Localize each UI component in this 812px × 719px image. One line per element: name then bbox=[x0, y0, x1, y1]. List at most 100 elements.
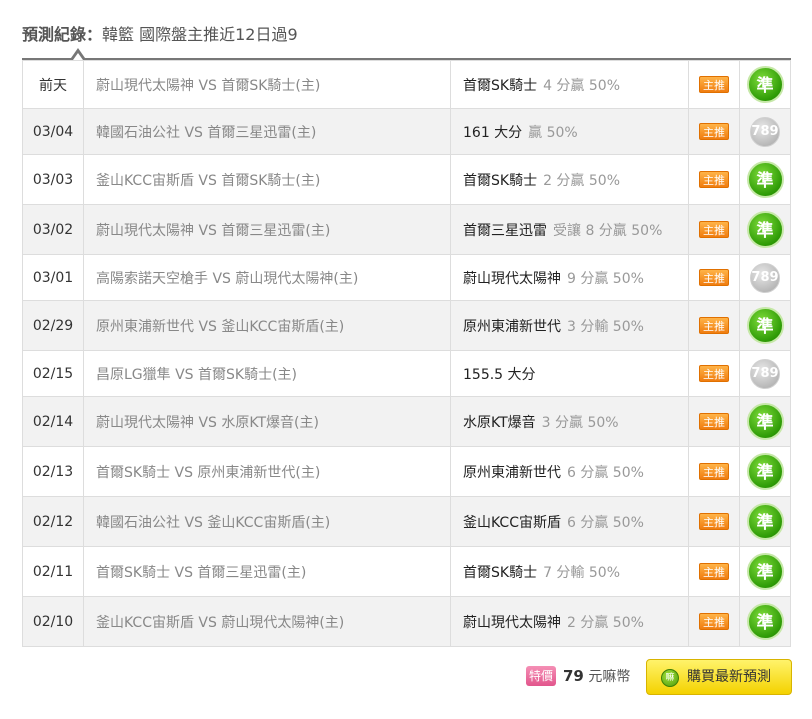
record-match[interactable]: 韓國石油公社 VS 首爾三星迅雷(主) bbox=[83, 108, 451, 155]
hit-result-icon: 準 bbox=[746, 66, 784, 103]
record-tag-cell: 主推 bbox=[688, 546, 740, 597]
hit-result-icon: 準 bbox=[746, 453, 784, 490]
record-pick-cell: 161 大分贏 50% bbox=[450, 108, 689, 155]
main-pick-badge: 主推 bbox=[699, 463, 729, 480]
buy-latest-prediction-button[interactable]: 嘛 購買最新預測 bbox=[646, 659, 792, 695]
record-pick: 161 大分 bbox=[463, 124, 523, 141]
purchase-footer: 特價 79 元嘛幣 嘛 購買最新預測 bbox=[0, 656, 812, 700]
record-pick-cell: 蔚山現代太陽神 2 分贏 50% bbox=[450, 596, 689, 647]
record-match[interactable]: 高陽索諾天空槍手 VS 蔚山現代太陽神(主) bbox=[83, 254, 451, 301]
push-result-icon: 789 bbox=[750, 116, 780, 147]
table-row: 02/10 釜山KCC宙斯盾 VS 蔚山現代太陽神(主) 蔚山現代太陽神 2 分贏 5… bbox=[22, 596, 791, 647]
table-row: 前天 蔚山現代太陽神 VS 首爾SK騎士(主) 首爾SK騎士 4 分贏 50% 主推準 bbox=[22, 60, 791, 109]
record-pick: 蔚山現代太陽神 bbox=[463, 614, 561, 631]
record-tag-cell: 主推 bbox=[688, 446, 740, 497]
record-pick: 首爾SK騎士 bbox=[463, 172, 538, 189]
record-detail: 6 分贏 50% bbox=[567, 464, 644, 481]
record-match[interactable]: 昌原LG獵隼 VS 首爾SK騎士(主) bbox=[83, 350, 451, 397]
table-row: 02/14 蔚山現代太陽神 VS 水原KT爆音(主) 水原KT爆音 3 分贏 50% 主… bbox=[22, 396, 791, 447]
coin-icon: 嘛 bbox=[661, 669, 679, 687]
record-detail: 7 分輸 50% bbox=[543, 564, 621, 581]
record-date: 02/12 bbox=[22, 496, 84, 547]
table-row: 03/03 釜山KCC宙斯盾 VS 首爾SK騎士(主) 首爾SK騎士 2 分贏 50%… bbox=[22, 154, 791, 205]
record-date: 02/29 bbox=[22, 300, 84, 351]
record-pick: 原州東浦新世代 bbox=[463, 318, 561, 335]
record-detail: 3 分贏 50% bbox=[541, 414, 619, 431]
table-row: 02/12 韓國石油公社 VS 釜山KCC宙斯盾(主) 釜山KCC宙斯盾 6 分贏 5… bbox=[22, 496, 791, 547]
record-date: 前天 bbox=[22, 60, 84, 109]
record-detail: 9 分贏 50% bbox=[567, 270, 644, 287]
record-header: 預測紀錄：韓籃 國際盤主推近12日過9 bbox=[22, 21, 298, 49]
record-result-cell: 準 bbox=[739, 300, 791, 351]
record-match[interactable]: 釜山KCC宙斯盾 VS 蔚山現代太陽神(主) bbox=[83, 596, 451, 647]
record-result-cell: 準 bbox=[739, 154, 791, 205]
record-pick-cell: 首爾SK騎士 7 分輸 50% bbox=[450, 546, 689, 597]
record-detail: 6 分贏 50% bbox=[566, 514, 644, 531]
record-match[interactable]: 釜山KCC宙斯盾 VS 首爾SK騎士(主) bbox=[83, 154, 451, 205]
record-pick-cell: 釜山KCC宙斯盾 6 分贏 50% bbox=[450, 496, 689, 547]
prediction-record-table: 前天 蔚山現代太陽神 VS 首爾SK騎士(主) 首爾SK騎士 4 分贏 50% 主推準 0… bbox=[22, 60, 791, 647]
hit-result-icon: 準 bbox=[746, 211, 784, 248]
record-pick-cell: 蔚山現代太陽神 9 分贏 50% bbox=[450, 254, 689, 301]
record-tag-cell: 主推 bbox=[688, 254, 740, 301]
price-unit: 元嘛幣 bbox=[588, 669, 631, 685]
record-date: 03/01 bbox=[22, 254, 84, 301]
record-match[interactable]: 蔚山現代太陽神 VS 首爾三星迅雷(主) bbox=[83, 204, 451, 255]
record-date: 02/15 bbox=[22, 350, 84, 397]
record-pick-cell: 原州東浦新世代 3 分輸 50% bbox=[450, 300, 689, 351]
price-value: 79 bbox=[563, 667, 584, 685]
record-pick-cell: 原州東浦新世代 6 分贏 50% bbox=[450, 446, 689, 497]
main-pick-badge: 主推 bbox=[699, 513, 729, 530]
record-date: 02/13 bbox=[22, 446, 84, 497]
record-match[interactable]: 首爾SK騎士 VS 原州東浦新世代(主) bbox=[83, 446, 451, 497]
record-tag-cell: 主推 bbox=[688, 396, 740, 447]
record-date: 02/11 bbox=[22, 546, 84, 597]
main-pick-badge: 主推 bbox=[699, 171, 729, 188]
hit-result-icon: 準 bbox=[746, 603, 784, 640]
record-result-cell: 準 bbox=[739, 60, 791, 109]
table-row: 03/01 高陽索諾天空槍手 VS 蔚山現代太陽神(主) 蔚山現代太陽神 9 分贏 5… bbox=[22, 254, 791, 301]
buy-button-label: 購買最新預測 bbox=[687, 669, 771, 685]
record-pick: 釜山KCC宙斯盾 bbox=[463, 514, 561, 531]
record-match[interactable]: 原州東浦新世代 VS 釜山KCC宙斯盾(主) bbox=[83, 300, 451, 351]
hit-result-icon: 準 bbox=[746, 403, 784, 440]
record-tag-cell: 主推 bbox=[688, 60, 740, 109]
record-match[interactable]: 蔚山現代太陽神 VS 首爾SK騎士(主) bbox=[83, 60, 451, 109]
record-result-cell: 準 bbox=[739, 204, 791, 255]
record-detail: 2 分贏 50% bbox=[567, 614, 644, 631]
record-result-cell: 準 bbox=[739, 496, 791, 547]
record-date: 03/04 bbox=[22, 108, 84, 155]
record-result-cell: 789 bbox=[739, 108, 791, 155]
main-pick-badge: 主推 bbox=[699, 76, 729, 93]
record-pick: 原州東浦新世代 bbox=[463, 464, 561, 481]
record-date: 03/02 bbox=[22, 204, 84, 255]
table-row: 03/02 蔚山現代太陽神 VS 首爾三星迅雷(主) 首爾三星迅雷 受讓 8 分贏 5… bbox=[22, 204, 791, 255]
main-pick-badge: 主推 bbox=[699, 613, 729, 630]
special-price-badge: 特價 bbox=[526, 666, 556, 686]
record-match[interactable]: 韓國石油公社 VS 釜山KCC宙斯盾(主) bbox=[83, 496, 451, 547]
record-pick: 首爾三星迅雷 bbox=[463, 222, 547, 239]
record-tag-cell: 主推 bbox=[688, 596, 740, 647]
push-result-icon: 789 bbox=[750, 358, 780, 389]
record-pick-cell: 155.5 大分 bbox=[450, 350, 689, 397]
table-row: 03/04 韓國石油公社 VS 首爾三星迅雷(主) 161 大分贏 50% 主推 789 bbox=[22, 108, 791, 155]
main-pick-badge: 主推 bbox=[699, 365, 729, 382]
record-date: 03/03 bbox=[22, 154, 84, 205]
record-pick: 水原KT爆音 bbox=[463, 414, 536, 431]
record-pick: 首爾SK騎士 bbox=[463, 77, 538, 94]
record-tag-cell: 主推 bbox=[688, 350, 740, 397]
record-date: 02/10 bbox=[22, 596, 84, 647]
record-header-label: 預測紀錄： bbox=[22, 25, 103, 44]
record-match[interactable]: 首爾SK騎士 VS 首爾三星迅雷(主) bbox=[83, 546, 451, 597]
record-pick-cell: 首爾SK騎士 2 分贏 50% bbox=[450, 154, 689, 205]
record-match[interactable]: 蔚山現代太陽神 VS 水原KT爆音(主) bbox=[83, 396, 451, 447]
main-pick-badge: 主推 bbox=[699, 413, 729, 430]
record-pick: 首爾SK騎士 bbox=[463, 564, 538, 581]
record-detail: 受讓 8 分贏 50% bbox=[553, 222, 663, 239]
record-tag-cell: 主推 bbox=[688, 300, 740, 351]
record-pick-cell: 首爾三星迅雷 受讓 8 分贏 50% bbox=[450, 204, 689, 255]
table-row: 02/29 原州東浦新世代 VS 釜山KCC宙斯盾(主) 原州東浦新世代 3 分輸 5… bbox=[22, 300, 791, 351]
hit-result-icon: 準 bbox=[746, 553, 784, 590]
record-pick-cell: 首爾SK騎士 4 分贏 50% bbox=[450, 60, 689, 109]
main-pick-badge: 主推 bbox=[699, 221, 729, 238]
